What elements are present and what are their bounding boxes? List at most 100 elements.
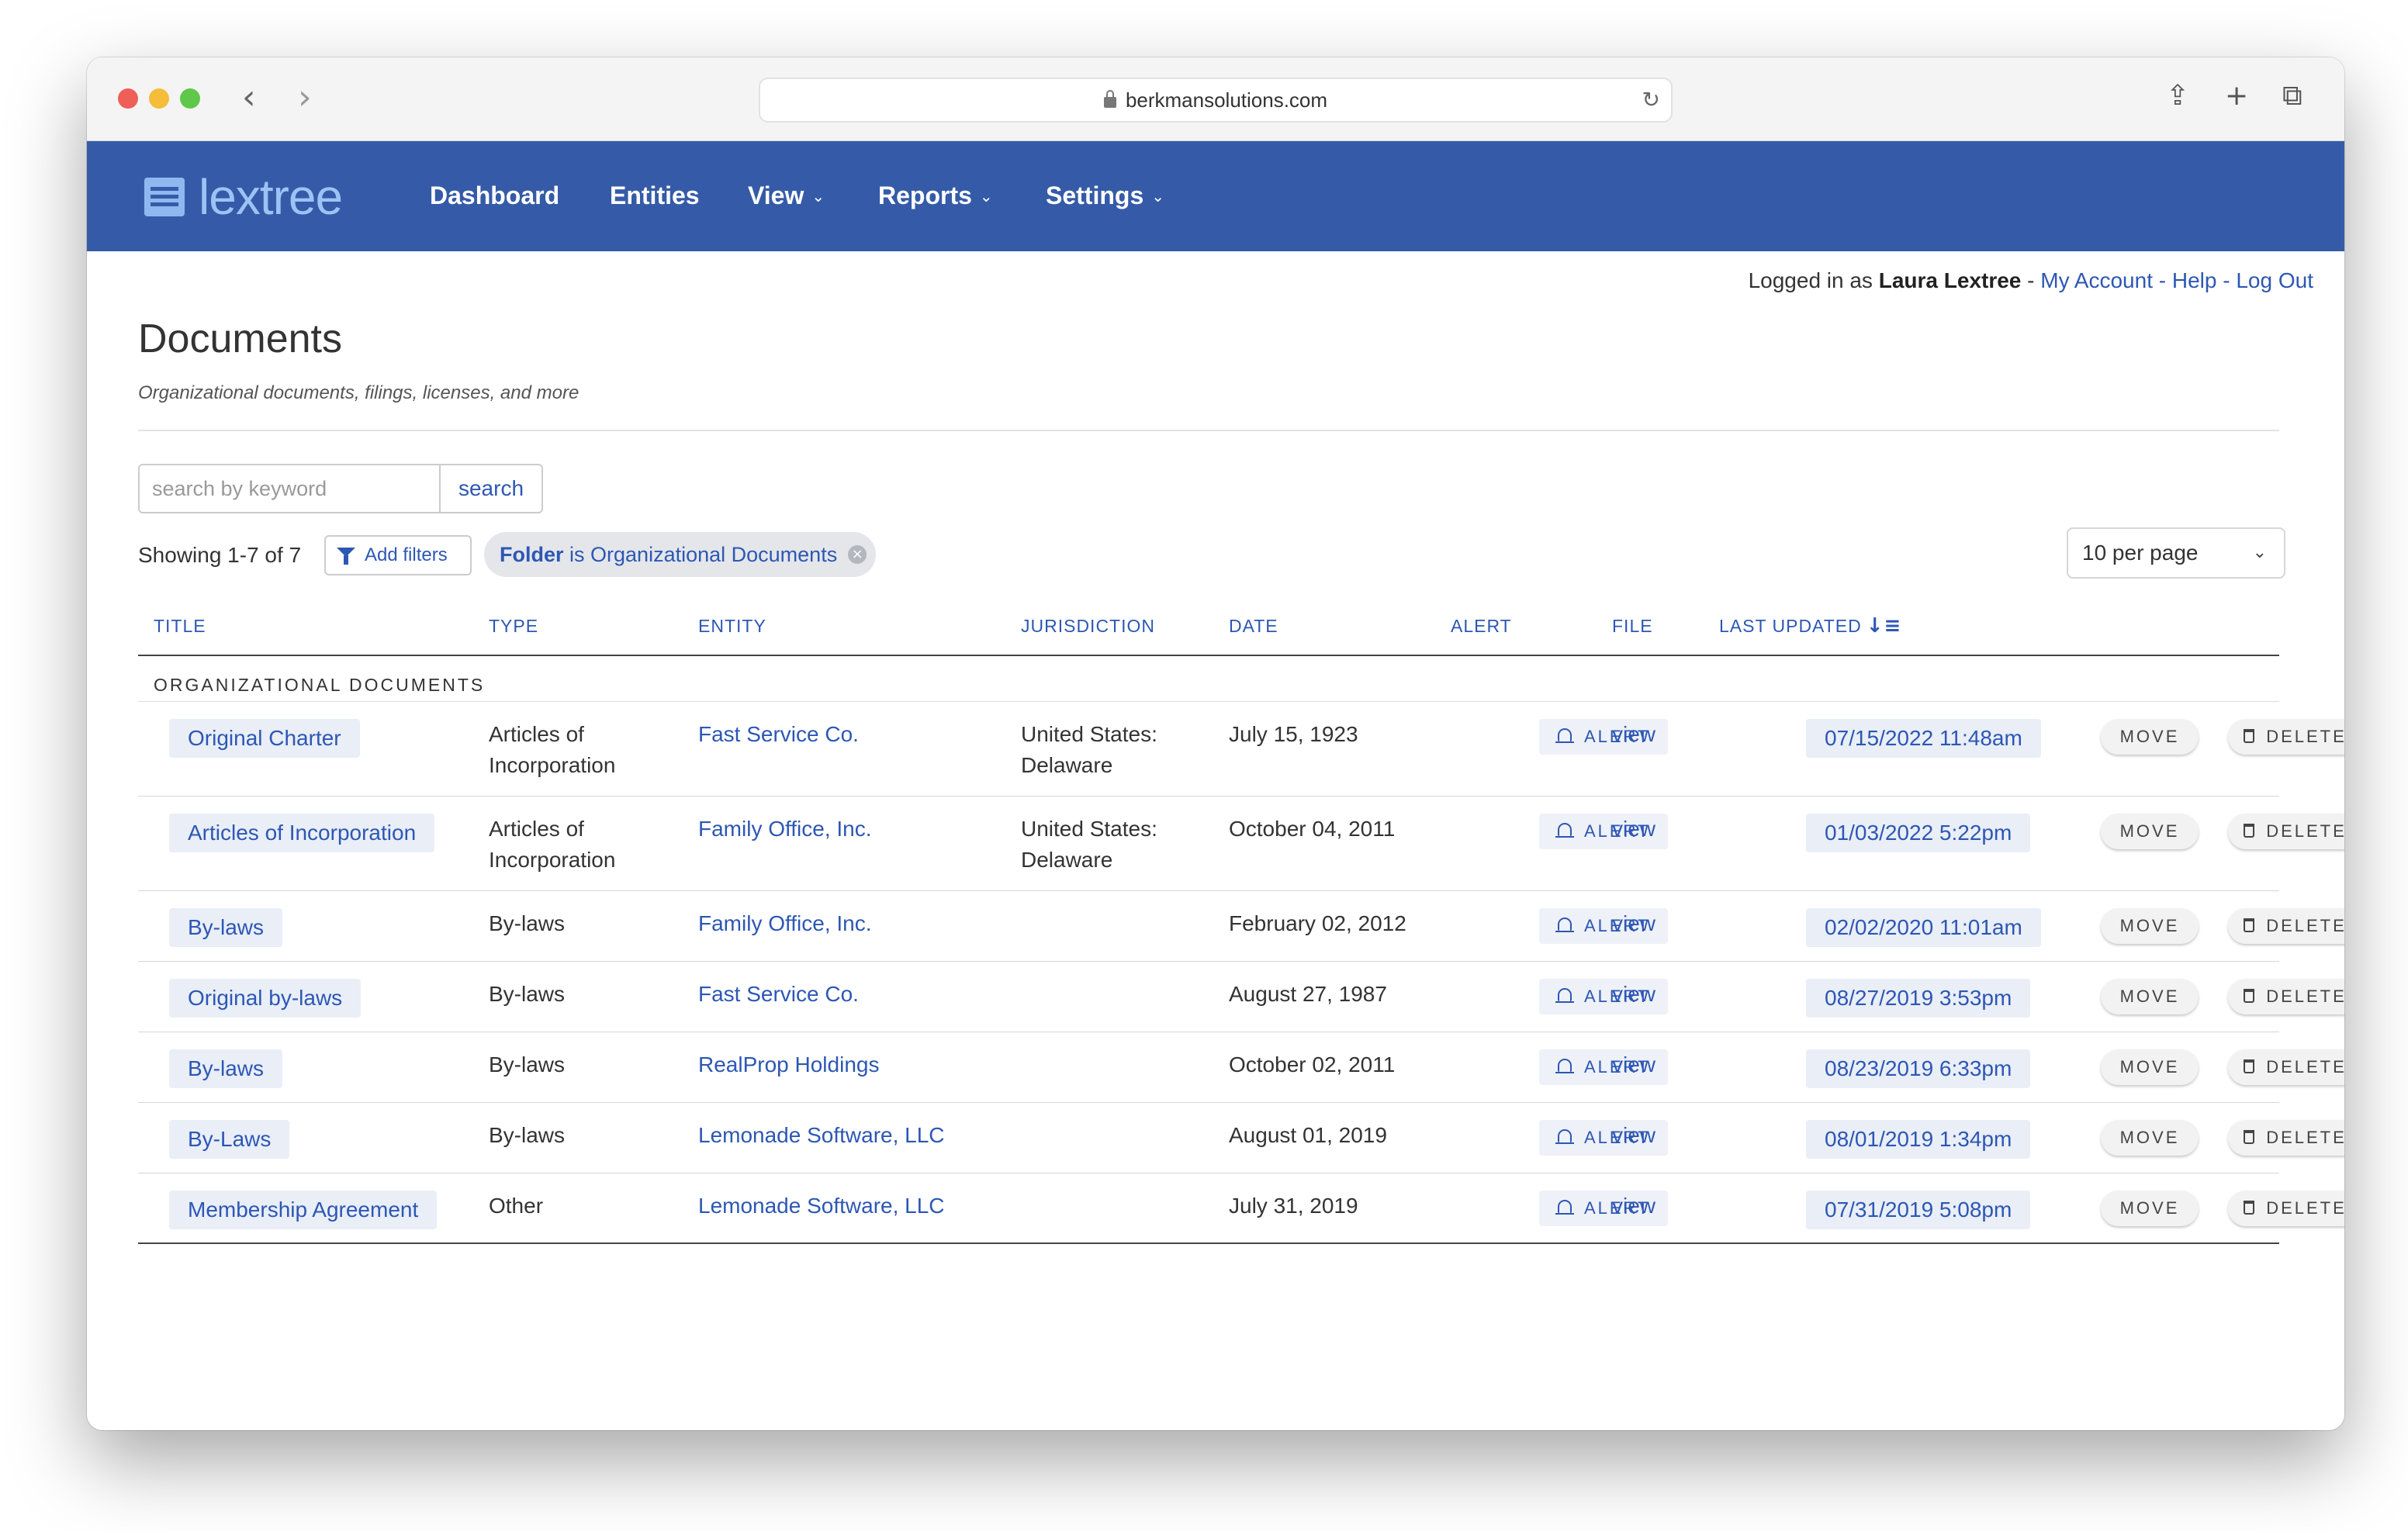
- zoom-window-button[interactable]: [180, 88, 200, 109]
- view-file-link[interactable]: view: [1612, 1049, 1656, 1080]
- last-updated-link[interactable]: 01/03/2022 5:22pm: [1806, 814, 2031, 852]
- result-count: Showing 1-7 of 7: [138, 543, 302, 567]
- delete-button[interactable]: DELETE: [2228, 908, 2344, 944]
- filter-icon: [337, 548, 355, 565]
- date-cell: July 15, 1923: [1229, 722, 1358, 746]
- document-title-link[interactable]: By-laws: [169, 1049, 283, 1088]
- date-cell: February 02, 2012: [1229, 911, 1406, 935]
- entity-link[interactable]: Family Office, Inc.: [698, 814, 872, 845]
- new-tab-icon[interactable]: +: [2225, 76, 2248, 116]
- help-link[interactable]: Help: [2172, 268, 2217, 292]
- delete-button[interactable]: DELETE: [2228, 814, 2344, 849]
- per-page-select[interactable]: 10 per page ⌄: [2067, 527, 2285, 579]
- document-title-link[interactable]: Membership Agreement: [169, 1191, 438, 1229]
- header-divider: [138, 655, 2279, 656]
- date-cell: October 02, 2011: [1229, 1052, 1396, 1077]
- type-cell: By-laws: [489, 911, 566, 935]
- move-button[interactable]: MOVE: [2101, 814, 2199, 849]
- chevron-right-icon[interactable]: ›: [298, 78, 312, 118]
- close-icon[interactable]: ×: [848, 545, 867, 564]
- logo-text: lextree: [199, 169, 343, 225]
- type-cell: By-laws: [489, 1052, 566, 1077]
- trash-icon: [2244, 989, 2254, 1003]
- address-bar[interactable]: berkmansolutions.com ↻: [759, 78, 1673, 123]
- view-file-link[interactable]: view: [1612, 719, 1656, 750]
- search-button[interactable]: search: [439, 464, 543, 513]
- table-row: By-Laws By-laws Lemonade Software, LLC Augu…: [138, 1103, 2344, 1173]
- column-header-title[interactable]: TITLE: [154, 613, 206, 639]
- tab-overview-icon[interactable]: ⧉: [2282, 76, 2302, 116]
- document-title-link[interactable]: By-laws: [169, 908, 283, 947]
- share-icon[interactable]: ⇪: [2166, 76, 2189, 116]
- nav-entities[interactable]: Entities: [610, 178, 700, 213]
- column-header-jurisdiction[interactable]: JURISDICTION: [1021, 613, 1155, 639]
- minimize-window-button[interactable]: [149, 88, 169, 109]
- reload-icon[interactable]: ↻: [1642, 79, 1660, 121]
- folder-filter-chip[interactable]: Folder is Organizational Documents ×: [484, 532, 877, 577]
- type-cell: By-laws: [489, 1123, 566, 1147]
- last-updated-link[interactable]: 07/15/2022 11:48am: [1806, 719, 2041, 758]
- close-window-button[interactable]: [118, 88, 138, 109]
- chevron-left-icon[interactable]: ‹: [242, 78, 256, 118]
- delete-button[interactable]: DELETE: [2228, 1120, 2344, 1156]
- lextree-logo[interactable]: lextree: [144, 169, 343, 225]
- sort-descending-icon[interactable]: ↓≡: [1867, 613, 1902, 639]
- last-updated-link[interactable]: 08/23/2019 6:33pm: [1806, 1049, 2031, 1088]
- add-filters-button[interactable]: Add filters: [324, 535, 472, 575]
- move-button[interactable]: MOVE: [2101, 908, 2199, 944]
- document-title-link[interactable]: Articles of Incorporation: [169, 814, 435, 852]
- view-file-link[interactable]: view: [1612, 908, 1656, 939]
- type-cell: Articles of Incorporation: [489, 722, 616, 777]
- lock-icon: [1103, 90, 1116, 108]
- trash-icon: [2244, 1130, 2254, 1144]
- nav-settings[interactable]: Settings ⌄: [1046, 178, 1164, 216]
- column-header-file[interactable]: FILE: [1612, 613, 1653, 639]
- type-cell: Other: [489, 1194, 544, 1218]
- move-button[interactable]: MOVE: [2101, 1120, 2199, 1156]
- last-updated-link[interactable]: 02/02/2020 11:01am: [1806, 908, 2041, 947]
- delete-button[interactable]: DELETE: [2228, 979, 2344, 1014]
- delete-button[interactable]: DELETE: [2228, 1191, 2344, 1226]
- column-header-entity[interactable]: ENTITY: [698, 613, 766, 639]
- document-title-link[interactable]: By-Laws: [169, 1120, 290, 1159]
- entity-link[interactable]: Lemonade Software, LLC: [698, 1120, 945, 1151]
- delete-button[interactable]: DELETE: [2228, 1049, 2344, 1085]
- document-title-link[interactable]: Original by-laws: [169, 979, 362, 1018]
- column-header-last-updated[interactable]: LAST UPDATED ↓≡: [1719, 613, 1901, 639]
- entity-link[interactable]: RealProp Holdings: [698, 1049, 879, 1080]
- entity-link[interactable]: Lemonade Software, LLC: [698, 1191, 945, 1222]
- move-button[interactable]: MOVE: [2101, 1049, 2199, 1085]
- entity-link[interactable]: Fast Service Co.: [698, 719, 859, 750]
- move-button[interactable]: MOVE: [2101, 1191, 2199, 1226]
- bell-icon: [1555, 728, 1574, 743]
- nav-view[interactable]: View ⌄: [748, 178, 825, 216]
- column-header-type[interactable]: TYPE: [489, 613, 538, 639]
- delete-button[interactable]: DELETE: [2228, 719, 2344, 755]
- logout-link[interactable]: Log Out: [2236, 268, 2313, 292]
- nav-reports[interactable]: Reports ⌄: [878, 178, 993, 216]
- date-cell: July 31, 2019: [1229, 1194, 1358, 1218]
- bell-icon: [1555, 918, 1574, 932]
- my-account-link[interactable]: My Account: [2040, 268, 2153, 292]
- view-file-link[interactable]: view: [1612, 814, 1656, 845]
- entity-link[interactable]: Family Office, Inc.: [698, 908, 872, 939]
- view-file-link[interactable]: view: [1612, 979, 1656, 1010]
- nav-dashboard[interactable]: Dashboard: [430, 178, 559, 213]
- chevron-down-icon: ⌄: [979, 187, 993, 206]
- last-updated-link[interactable]: 08/27/2019 3:53pm: [1806, 979, 2031, 1018]
- column-header-date[interactable]: DATE: [1229, 613, 1278, 639]
- table-row: Articles of Incorporation Articles of Inco…: [138, 797, 2344, 891]
- jurisdiction-cell: United States: Delaware: [1021, 722, 1157, 777]
- last-updated-link[interactable]: 08/01/2019 1:34pm: [1806, 1120, 2031, 1159]
- last-updated-link[interactable]: 07/31/2019 5:08pm: [1806, 1191, 2031, 1229]
- document-title-link[interactable]: Original Charter: [169, 719, 360, 758]
- move-button[interactable]: MOVE: [2101, 719, 2199, 755]
- group-label: ORGANIZATIONAL DOCUMENTS: [154, 675, 486, 695]
- entity-link[interactable]: Fast Service Co.: [698, 979, 859, 1010]
- view-file-link[interactable]: view: [1612, 1191, 1656, 1222]
- view-file-link[interactable]: view: [1612, 1120, 1656, 1151]
- move-button[interactable]: MOVE: [2101, 979, 2199, 1014]
- column-header-alert[interactable]: ALERT: [1451, 613, 1512, 639]
- bell-icon: [1555, 823, 1574, 838]
- search-input[interactable]: [138, 464, 441, 513]
